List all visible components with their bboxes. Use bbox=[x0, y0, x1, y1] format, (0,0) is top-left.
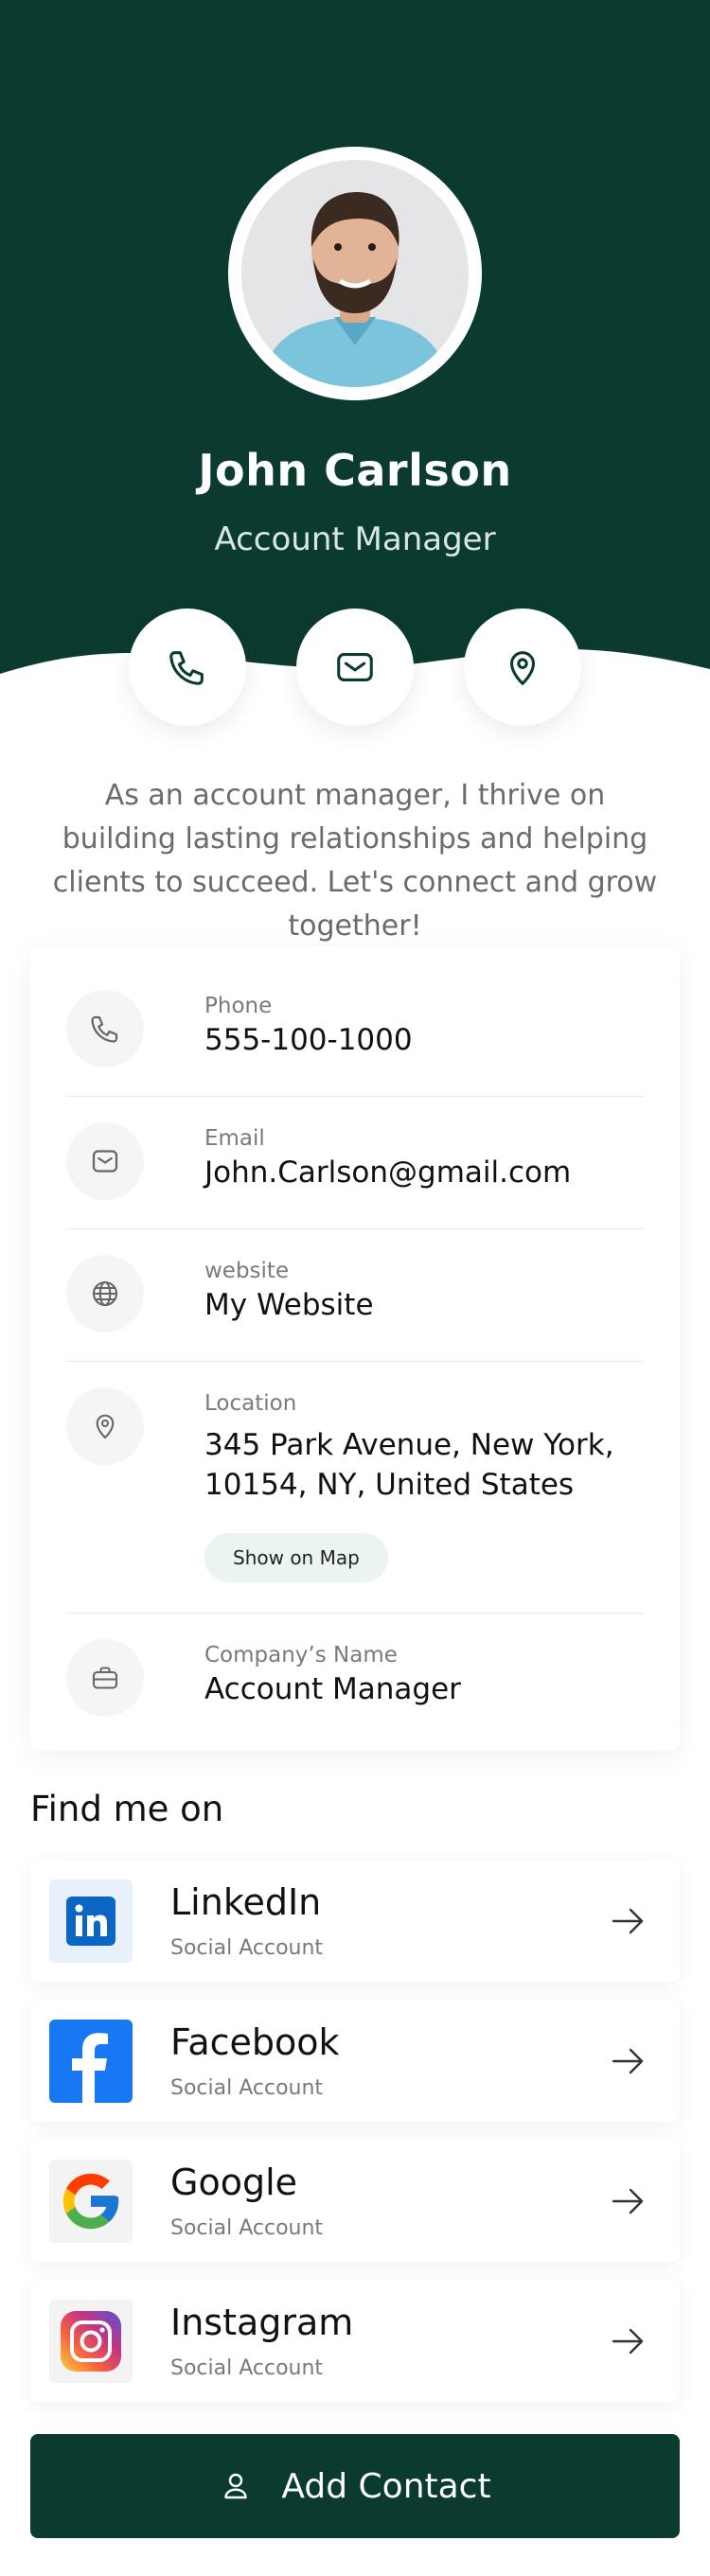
instagram-icon bbox=[49, 2300, 133, 2383]
arrow-right-icon bbox=[612, 2048, 644, 2074]
avatar bbox=[241, 160, 469, 387]
divider bbox=[66, 1096, 644, 1097]
company-label: Company’s Name bbox=[204, 1643, 398, 1667]
show-on-map-button[interactable]: Show on Map bbox=[204, 1533, 388, 1582]
social-name: Facebook bbox=[170, 2021, 340, 2063]
contact-row-email[interactable]: Email John.Carlson@gmail.com bbox=[66, 1122, 644, 1200]
add-contact-button[interactable]: Add Contact bbox=[30, 2434, 680, 2538]
social-section-heading: Find me on bbox=[30, 1789, 224, 1829]
phone-icon bbox=[91, 1015, 118, 1043]
company-value: Account Manager bbox=[204, 1672, 461, 1706]
globe-icon bbox=[92, 1280, 118, 1307]
briefcase-icon bbox=[92, 1667, 118, 1689]
phone-icon-badge bbox=[66, 990, 144, 1067]
mail-icon bbox=[92, 1150, 118, 1173]
location-value-line1: 345 Park Avenue, New York, bbox=[204, 1428, 614, 1462]
location-label: Location bbox=[204, 1391, 297, 1416]
contact-row-website[interactable]: website My Website bbox=[66, 1255, 644, 1332]
email-button[interactable] bbox=[296, 609, 414, 726]
social-sub: Social Account bbox=[170, 1936, 324, 1960]
arrow-right-icon bbox=[612, 2328, 644, 2355]
social-sub: Social Account bbox=[170, 2356, 324, 2380]
social-name: Google bbox=[170, 2161, 298, 2203]
social-name: Instagram bbox=[170, 2302, 354, 2343]
phone-icon bbox=[169, 651, 204, 685]
website-value[interactable]: My Website bbox=[204, 1285, 374, 1325]
briefcase-icon-badge bbox=[66, 1639, 144, 1717]
google-icon bbox=[49, 2160, 133, 2243]
email-label: Email bbox=[204, 1126, 265, 1151]
social-item-google[interactable]: Google Social Account bbox=[30, 2141, 680, 2262]
user-icon bbox=[224, 2473, 248, 2499]
social-sub: Social Account bbox=[170, 2076, 324, 2100]
profile-title: Account Manager bbox=[214, 520, 496, 558]
contact-row-location: Location 345 Park Avenue, New York, 1015… bbox=[66, 1387, 644, 1596]
profile-bio: As an account manager, I thrive on build… bbox=[52, 779, 658, 943]
social-name: LinkedIn bbox=[170, 1881, 322, 1923]
social-sub: Social Account bbox=[170, 2216, 324, 2240]
add-contact-label: Add Contact bbox=[281, 2466, 491, 2506]
contact-row-phone[interactable]: Phone 555-100-1000 bbox=[66, 990, 644, 1067]
website-label: website bbox=[204, 1259, 290, 1283]
avatar-photo bbox=[241, 160, 469, 387]
globe-icon-badge bbox=[66, 1255, 144, 1332]
arrow-right-icon bbox=[612, 2188, 644, 2214]
location-pin-icon bbox=[509, 651, 536, 686]
location-pin-icon bbox=[96, 1414, 115, 1439]
phone-label: Phone bbox=[204, 994, 273, 1018]
mail-icon-badge bbox=[66, 1122, 144, 1200]
call-button[interactable] bbox=[129, 609, 246, 726]
contact-details-card: Phone 555-100-1000 Email John.Carlson@gm… bbox=[30, 946, 680, 1751]
avatar-frame bbox=[228, 147, 482, 400]
linkedin-icon bbox=[49, 1879, 133, 1963]
mail-icon bbox=[337, 653, 373, 681]
social-item-facebook[interactable]: Facebook Social Account bbox=[30, 2001, 680, 2122]
divider bbox=[66, 1228, 644, 1229]
arrow-right-icon bbox=[612, 1908, 644, 1934]
location-value-line2: 10154, NY, United States bbox=[204, 1468, 575, 1502]
location-icon-badge bbox=[66, 1387, 144, 1465]
phone-value: 555-100-1000 bbox=[204, 1023, 413, 1057]
location-button[interactable] bbox=[464, 609, 581, 726]
email-value: John.Carlson@gmail.com bbox=[204, 1156, 572, 1190]
profile-name: John Carlson bbox=[198, 445, 512, 496]
divider bbox=[66, 1361, 644, 1362]
divider bbox=[66, 1613, 644, 1614]
social-item-linkedin[interactable]: LinkedIn Social Account bbox=[30, 1861, 680, 1982]
social-item-instagram[interactable]: Instagram Social Account bbox=[30, 2281, 680, 2402]
facebook-icon bbox=[49, 2020, 133, 2103]
contact-row-company: Company’s Name Account Manager bbox=[66, 1639, 644, 1717]
